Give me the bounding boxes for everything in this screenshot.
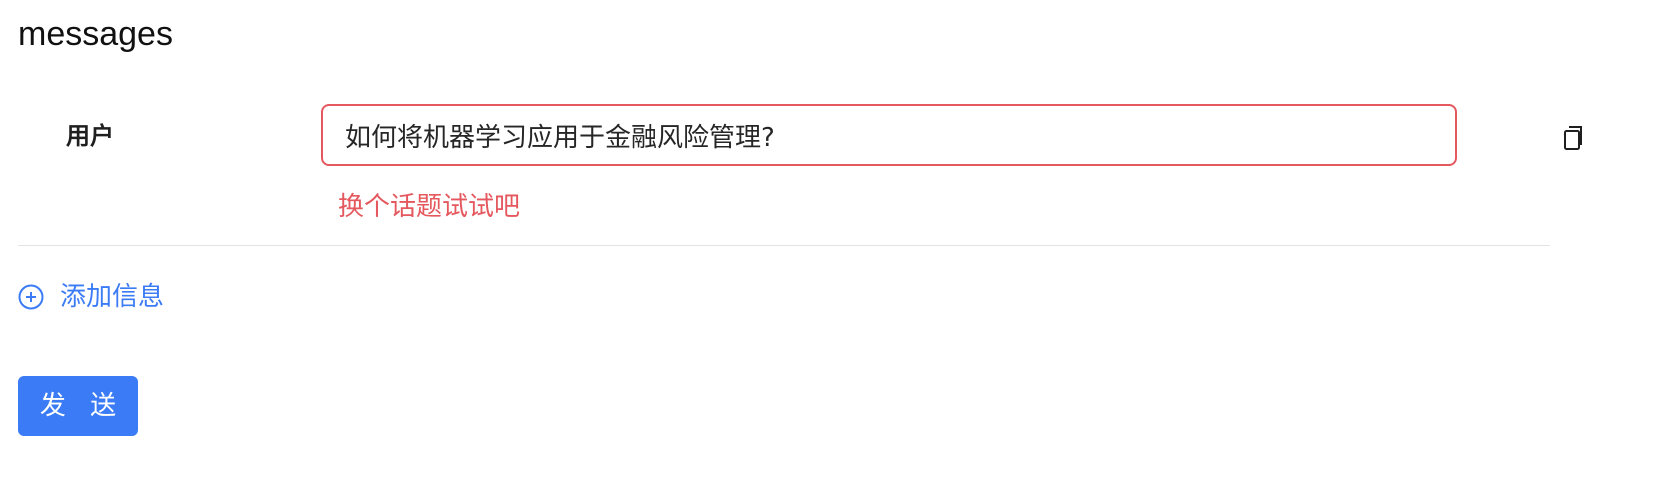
section-title: messages: [18, 15, 173, 53]
add-message-button[interactable]: 添加信息: [18, 280, 164, 314]
copy-icon: [1562, 124, 1586, 152]
send-button[interactable]: 发 送: [18, 376, 138, 436]
plus-circle-icon: [18, 284, 44, 310]
add-message-label: 添加信息: [60, 282, 165, 312]
validation-error: 换个话题试试吧: [338, 192, 521, 222]
divider: [18, 245, 1550, 246]
role-label: 用户: [66, 123, 114, 150]
message-input[interactable]: [321, 104, 1457, 166]
copy-button[interactable]: [1558, 122, 1590, 154]
message-row: 用户 换个话题试试吧: [18, 104, 1584, 264]
